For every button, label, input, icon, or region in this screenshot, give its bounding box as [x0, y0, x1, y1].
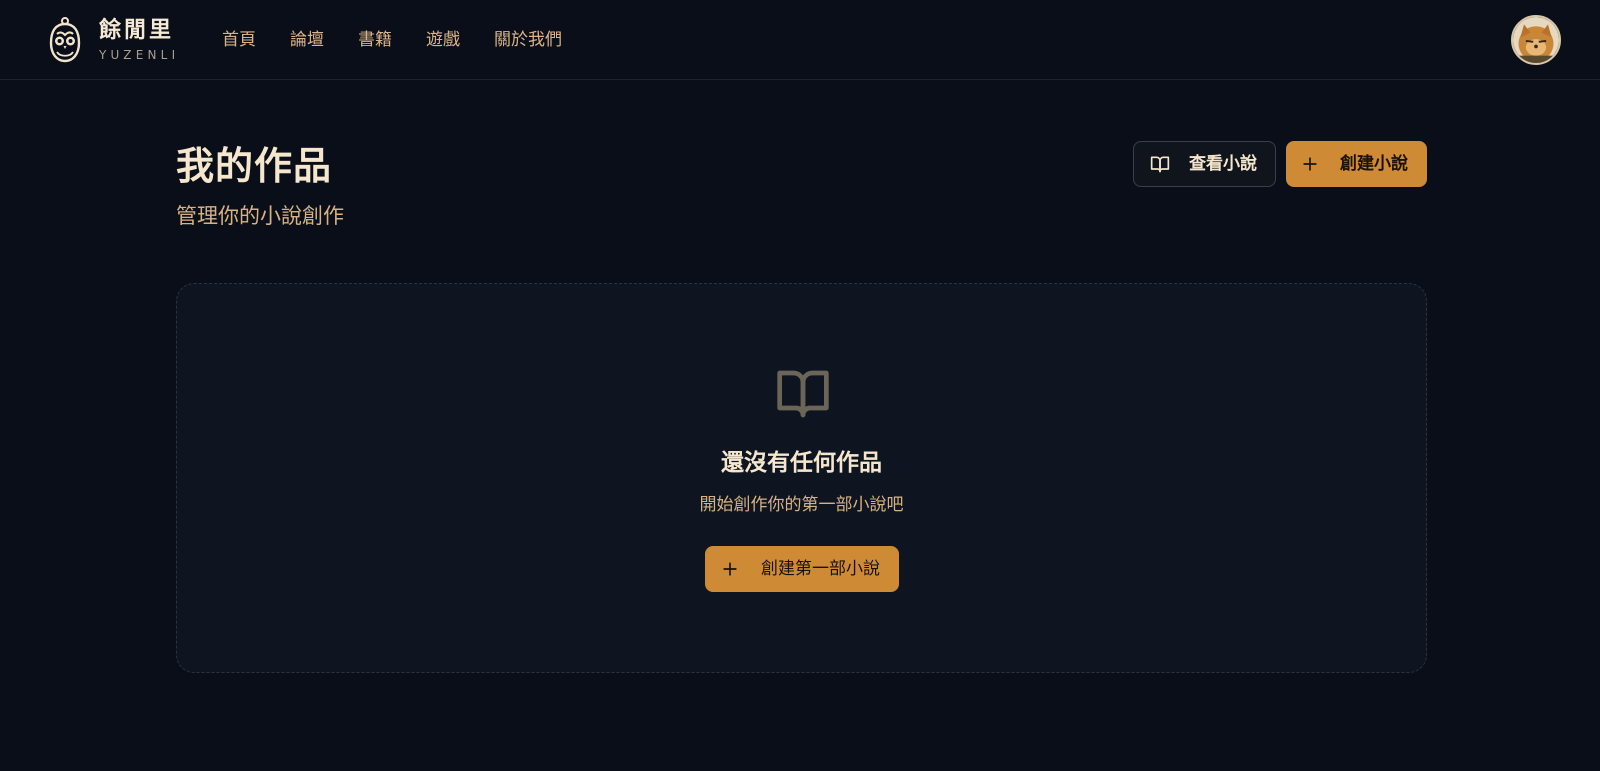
- page-subtitle: 管理你的小說創作: [176, 204, 344, 228]
- nav-books[interactable]: 書籍: [358, 28, 392, 52]
- empty-state-description: 開始創作你的第一部小說吧: [699, 495, 904, 515]
- view-novels-label: 查看小說: [1189, 154, 1257, 174]
- empty-state-title: 還沒有任何作品: [721, 450, 882, 476]
- create-novel-label: 創建小說: [1340, 154, 1408, 174]
- nav-games[interactable]: 遊戲: [426, 28, 460, 52]
- page-title: 我的作品: [176, 144, 333, 188]
- avatar-image: [1513, 17, 1559, 63]
- brand-subtitle: YUZENLI: [99, 48, 180, 62]
- main-nav: 首頁 論壇 書籍 遊戲 關於我們: [222, 28, 596, 52]
- brand[interactable]: 餘閒里 YUZENLI: [48, 16, 179, 64]
- plus-icon: [723, 562, 737, 576]
- plus-icon: [1303, 157, 1317, 171]
- book-open-icon: [777, 370, 829, 418]
- top-navbar: 餘閒里 YUZENLI 首頁 論壇 書籍 遊戲 關於我們: [0, 0, 1600, 80]
- nav-about[interactable]: 關於我們: [494, 28, 562, 52]
- view-novels-button[interactable]: 查看小說: [1133, 141, 1276, 187]
- empty-state-card: 還沒有任何作品 開始創作你的第一部小說吧 創建第一部小說: [176, 283, 1427, 673]
- nav-forum[interactable]: 論壇: [290, 28, 324, 52]
- create-novel-button[interactable]: 創建小說: [1286, 141, 1427, 187]
- user-avatar[interactable]: [1511, 15, 1561, 65]
- brand-name: 餘閒里: [99, 18, 175, 43]
- create-first-novel-label: 創建第一部小說: [761, 559, 880, 579]
- book-open-icon: [1150, 156, 1170, 173]
- nav-home[interactable]: 首頁: [222, 28, 256, 52]
- owl-logo-icon: [49, 17, 81, 63]
- create-first-novel-button[interactable]: 創建第一部小說: [705, 546, 899, 592]
